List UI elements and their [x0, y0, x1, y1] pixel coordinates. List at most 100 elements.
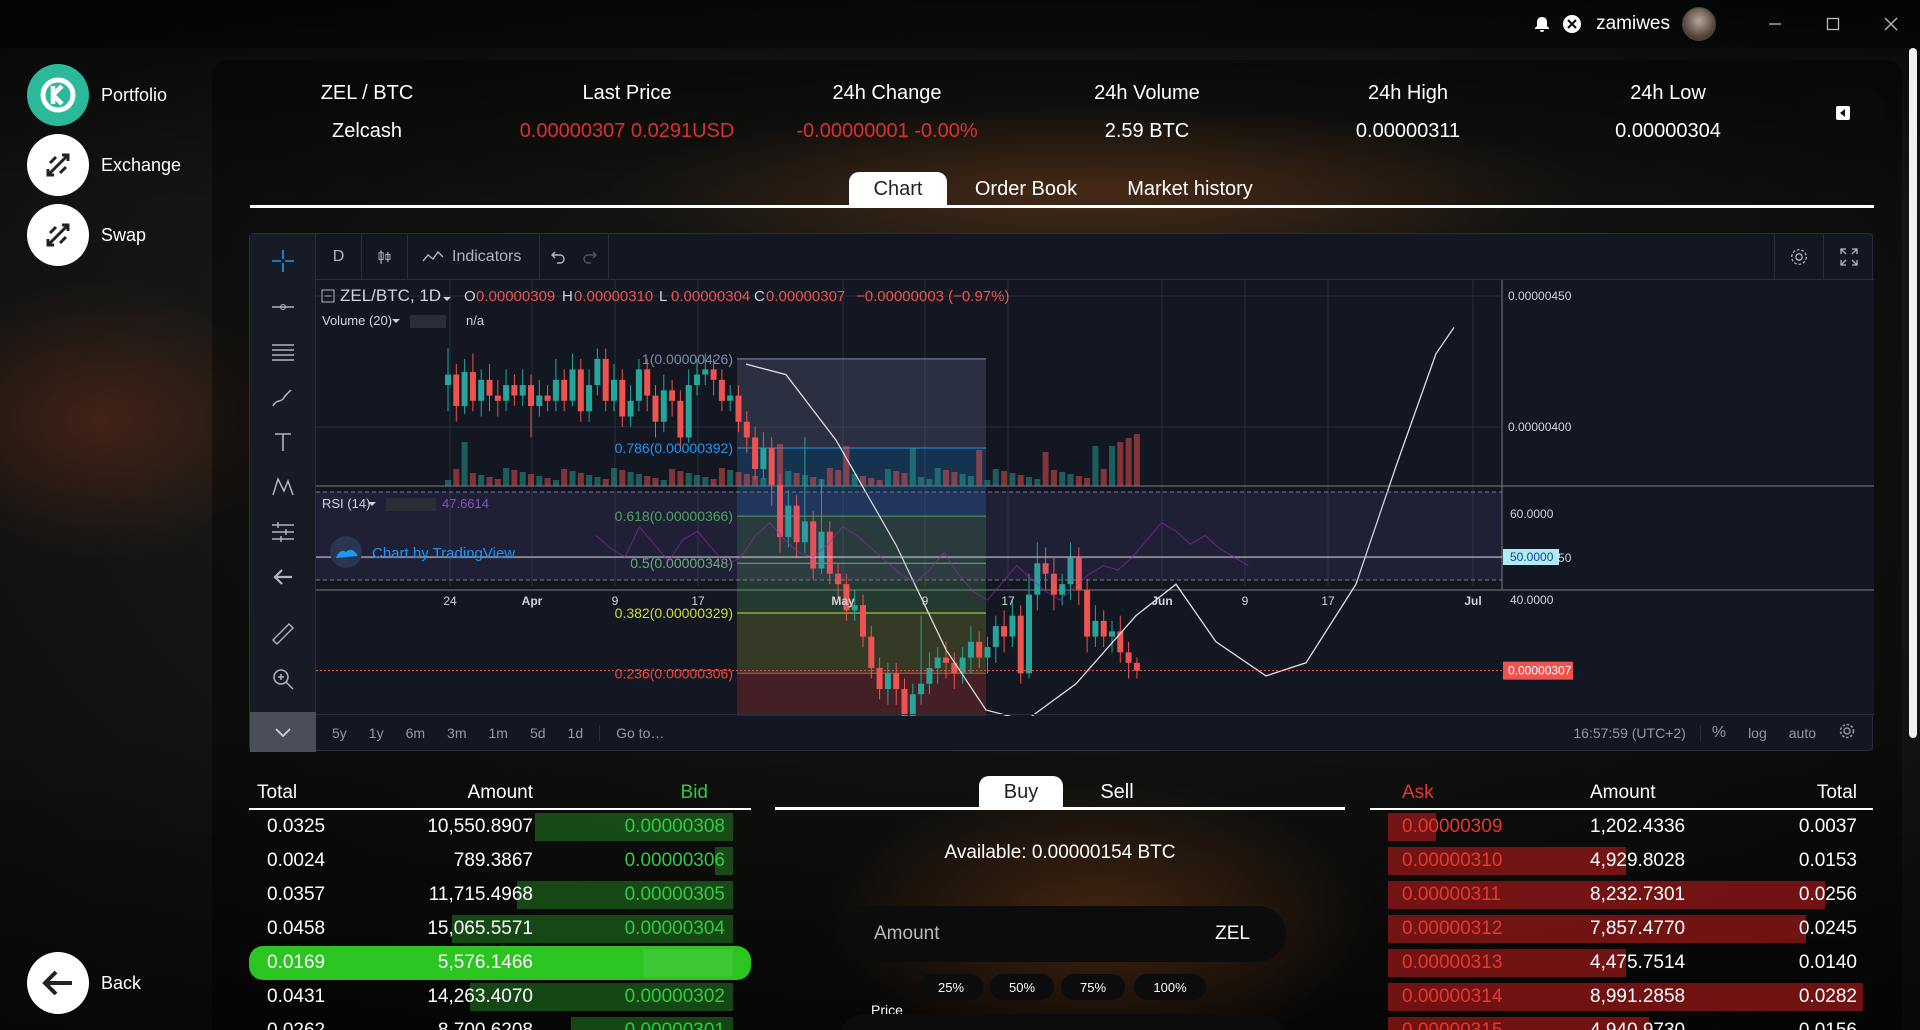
scrollbar-thumb[interactable]: [1909, 48, 1917, 738]
chart-bottom-bar: 5y 1y 6m 3m 1m 5d 1d Go to… 16:57:59 (UT…: [316, 714, 1874, 750]
range-1m[interactable]: 1m: [478, 725, 519, 741]
chart-settings-gear-icon[interactable]: [1827, 722, 1874, 743]
bid-row[interactable]: 0.0458 15,065.5571 0.00000304: [249, 912, 751, 946]
legend-symbol: ZEL/BTC, 1D: [340, 286, 441, 305]
fib-lines-icon[interactable]: [268, 337, 298, 367]
price-input[interactable]: [838, 1014, 1286, 1030]
amount-input[interactable]: Amount ZEL: [838, 906, 1286, 962]
tab-chart[interactable]: Chart: [849, 172, 947, 206]
ask-row[interactable]: 0.00000314 8,991.2858 0.0282: [1370, 980, 1873, 1014]
chevron-down-icon[interactable]: [250, 712, 316, 752]
pattern-icon[interactable]: [268, 472, 298, 502]
trend-line-icon[interactable]: [268, 292, 298, 322]
sidebar-item-label: Swap: [101, 224, 147, 245]
fib-zone: [737, 358, 986, 448]
measure-icon[interactable]: [268, 517, 298, 547]
price-axis-label: 0.00000450: [1508, 289, 1572, 303]
brush-icon[interactable]: [268, 382, 298, 412]
candle-body: [511, 385, 518, 396]
ask-amount: 4,475.7514: [1590, 952, 1686, 973]
arrow-left-icon[interactable]: [268, 562, 298, 592]
collapse-button[interactable]: [1800, 88, 1886, 138]
interval-button[interactable]: D: [316, 233, 362, 280]
candle-body: [992, 626, 999, 648]
bell-icon[interactable]: [1532, 14, 1552, 34]
ask-row[interactable]: 0.00000309 1,202.4336 0.0037: [1370, 810, 1873, 844]
settings-gear-icon[interactable]: [1774, 233, 1824, 280]
sidebar-item-exchange[interactable]: Exchange: [27, 134, 181, 196]
exchange-arrows-icon: [27, 134, 89, 196]
price-chart[interactable]: 1(0.00000426)0.786(0.00000392)0.618(0.00…: [316, 280, 1874, 716]
candle-body: [536, 395, 543, 407]
tab-order-book[interactable]: Order Book: [963, 172, 1089, 206]
scrollbar[interactable]: [1906, 48, 1920, 738]
bid-row[interactable]: 0.0357 11,715.4968 0.00000305: [249, 878, 751, 912]
ask-row[interactable]: 0.00000310 4,929.8028 0.0153: [1370, 844, 1873, 878]
range-6m[interactable]: 6m: [395, 725, 436, 741]
percent-25-button[interactable]: 25%: [919, 974, 983, 1000]
indicators-button[interactable]: Indicators: [408, 233, 541, 280]
range-1d[interactable]: 1d: [557, 724, 601, 741]
tab-sell[interactable]: Sell: [1075, 776, 1159, 808]
volume-bar: [1067, 474, 1074, 486]
candle-body: [445, 374, 451, 386]
ask-row[interactable]: 0.00000313 4,475.7514 0.0140: [1370, 946, 1873, 980]
candle-body: [918, 683, 925, 695]
zoom-in-icon[interactable]: [268, 664, 298, 694]
drawing-toolbar: [250, 234, 316, 752]
volume-bar: [1109, 446, 1115, 486]
time-axis-label: 9: [1242, 594, 1249, 608]
legend-o-value: 0.00000309: [476, 288, 555, 305]
tab-buy[interactable]: Buy: [979, 776, 1063, 808]
range-5d[interactable]: 5d: [519, 725, 557, 741]
volume-bar: [934, 468, 941, 486]
crosshair-icon[interactable]: [268, 246, 298, 276]
sidebar-item-label: Portfolio: [101, 84, 168, 105]
candle-body: [1059, 584, 1066, 595]
bid-row[interactable]: 0.0262 8,700.6208 0.00000301: [249, 1014, 751, 1030]
sidebar-item-portfolio[interactable]: Portfolio: [27, 64, 167, 126]
candle-body: [943, 657, 949, 663]
auto-toggle[interactable]: auto: [1778, 725, 1827, 741]
candle-style-icon[interactable]: [362, 233, 408, 280]
percent-100-button[interactable]: 100%: [1134, 974, 1206, 1000]
close-circle-icon[interactable]: [1562, 14, 1582, 34]
percent-50-button[interactable]: 50%: [990, 974, 1054, 1000]
minimize-icon[interactable]: [1746, 0, 1804, 48]
back-button[interactable]: Back: [27, 952, 141, 1014]
log-toggle[interactable]: log: [1737, 725, 1778, 741]
avatar[interactable]: [1682, 7, 1716, 41]
bid-total: 0.0458: [267, 918, 326, 939]
redo-icon[interactable]: [574, 233, 610, 280]
range-1y[interactable]: 1y: [358, 725, 395, 741]
bid-row[interactable]: 0.0325 10,550.8907 0.00000308: [249, 810, 751, 844]
ask-row[interactable]: 0.00000315 4,940.9730 0.0156: [1370, 1014, 1873, 1030]
ruler-icon[interactable]: [268, 619, 298, 649]
username[interactable]: zamiwes: [1596, 13, 1670, 35]
volume-bar: [735, 472, 742, 486]
bid-row[interactable]: 0.0024 789.3867 0.00000306: [249, 844, 751, 878]
bid-row[interactable]: 0.0169 5,576.1466: [249, 946, 751, 980]
close-icon[interactable]: [1862, 0, 1920, 48]
ask-row[interactable]: 0.00000312 7,857.4770 0.0245: [1370, 912, 1873, 946]
ask-total: 0.0256: [1798, 884, 1857, 905]
range-5y[interactable]: 5y: [316, 725, 358, 741]
undo-icon[interactable]: [540, 234, 574, 280]
sidebar-item-swap[interactable]: Swap: [27, 204, 146, 266]
volume-bar: [494, 479, 501, 486]
ask-row[interactable]: 0.00000311 8,232.7301 0.0256: [1370, 878, 1873, 912]
text-tool-icon[interactable]: [268, 427, 298, 457]
maximize-icon[interactable]: [1804, 0, 1862, 48]
tab-market-history[interactable]: Market history: [1110, 172, 1270, 206]
bid-row[interactable]: 0.0431 14,263.4070 0.00000302: [249, 980, 751, 1014]
amount-unit: ZEL: [1215, 923, 1250, 944]
goto-button[interactable]: Go to…: [600, 725, 675, 741]
legend-l-label: L: [659, 288, 667, 305]
range-3m[interactable]: 3m: [436, 725, 477, 741]
legend-volume-value: n/a: [466, 313, 485, 328]
percent-toggle[interactable]: %: [1701, 724, 1737, 742]
fullscreen-icon[interactable]: [1824, 234, 1874, 280]
ask-amount: 4,929.8028: [1590, 850, 1686, 871]
time-axis-label: 9: [612, 594, 619, 608]
percent-75-button[interactable]: 75%: [1061, 974, 1125, 1000]
